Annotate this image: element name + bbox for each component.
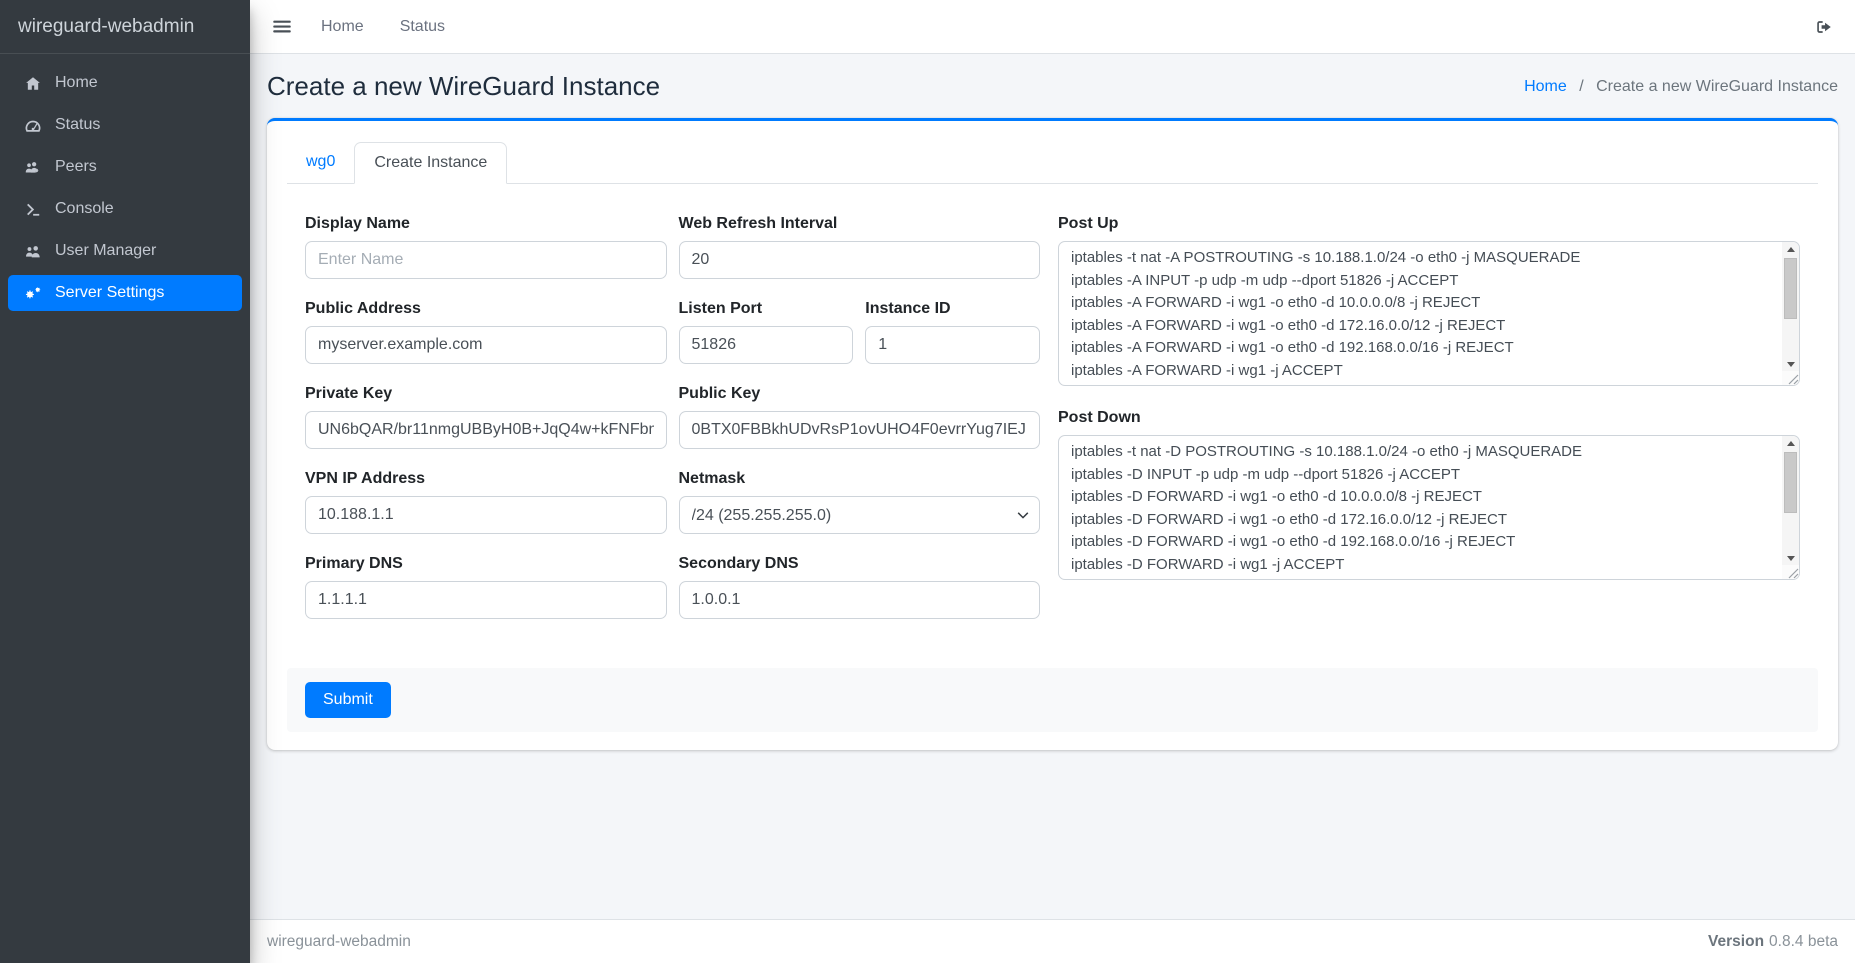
display-name-field[interactable]	[305, 241, 667, 279]
scrollbar-track[interactable]	[1782, 450, 1799, 551]
netmask-label: Netmask	[679, 470, 1041, 488]
instance-id-label: Instance ID	[865, 300, 1040, 318]
version-value: 0.8.4 beta	[1769, 933, 1838, 950]
sidebar-item-server-settings[interactable]: Server Settings	[8, 275, 242, 311]
secondary-dns-field[interactable]	[679, 581, 1041, 619]
post-down-textarea[interactable]: iptables -t nat -D POSTROUTING -s 10.188…	[1058, 435, 1800, 580]
public-key-label: Public Key	[679, 385, 1041, 403]
sidebar-item-peers[interactable]: Peers	[8, 149, 242, 185]
scrollbar-thumb[interactable]	[1784, 258, 1797, 319]
users-gear-icon	[21, 159, 45, 176]
form-right-columns: Post Up iptables -t nat -A POSTROUTING -…	[1058, 215, 1800, 640]
post-down-scrollbar	[1782, 436, 1799, 579]
post-down-text[interactable]: iptables -t nat -D POSTROUTING -s 10.188…	[1059, 436, 1782, 579]
scroll-down-button[interactable]	[1782, 357, 1799, 371]
gauge-icon	[21, 117, 45, 134]
version-label: Version	[1708, 933, 1764, 950]
scrollbar-track[interactable]	[1782, 256, 1799, 357]
footer-version: Version 0.8.4 beta	[1708, 933, 1838, 951]
breadcrumb: Home / Create a new WireGuard Instance	[1524, 78, 1838, 96]
primary-dns-field[interactable]	[305, 581, 667, 619]
public-address-field[interactable]	[305, 326, 667, 364]
instance-card: wg0 Create Instance Display Name	[267, 118, 1838, 750]
sidebar-item-console[interactable]: Console	[8, 191, 242, 227]
form-left-columns: Display Name Web Refresh Interval	[305, 215, 1040, 640]
sign-out-icon[interactable]	[1814, 18, 1834, 36]
scrollbar-thumb[interactable]	[1784, 452, 1797, 513]
tab-create-instance[interactable]: Create Instance	[354, 142, 507, 184]
sidebar-item-label: Status	[55, 116, 100, 134]
listen-port-field[interactable]	[679, 326, 854, 364]
sidebar-item-label: User Manager	[55, 242, 156, 260]
content-header: Create a new WireGuard Instance Home / C…	[250, 54, 1855, 118]
top-navbar: Home Status	[250, 0, 1855, 54]
post-up-scrollbar	[1782, 242, 1799, 385]
post-up-text[interactable]: iptables -t nat -A POSTROUTING -s 10.188…	[1059, 242, 1782, 385]
scroll-down-button[interactable]	[1782, 551, 1799, 565]
vpn-ip-field[interactable]	[305, 496, 667, 534]
secondary-dns-label: Secondary DNS	[679, 555, 1041, 573]
instance-tabs: wg0 Create Instance	[287, 142, 1818, 184]
scroll-up-button[interactable]	[1782, 436, 1799, 450]
sidebar-item-home[interactable]: Home	[8, 65, 242, 101]
app-window: wireguard-webadmin Home Status Peers Con…	[0, 0, 1855, 963]
listen-port-label: Listen Port	[679, 300, 854, 318]
primary-dns-label: Primary DNS	[305, 555, 667, 573]
vpn-ip-label: VPN IP Address	[305, 470, 667, 488]
resize-grip[interactable]	[1782, 565, 1799, 579]
private-key-field[interactable]	[305, 411, 667, 449]
users-icon	[21, 243, 45, 260]
sidebar-nav: Home Status Peers Console User Manager S…	[0, 54, 250, 328]
sidebar-item-status[interactable]: Status	[8, 107, 242, 143]
topnav-link-home[interactable]: Home	[321, 18, 364, 36]
display-name-label: Display Name	[305, 215, 667, 233]
instance-id-field[interactable]	[865, 326, 1040, 364]
sidebar-item-label: Peers	[55, 158, 97, 176]
netmask-select[interactable]: /24 (255.255.255.0)	[679, 496, 1041, 534]
web-refresh-interval-field[interactable]	[679, 241, 1041, 279]
post-up-label: Post Up	[1058, 215, 1800, 233]
main-area: Home Status Create a new WireGuard Insta…	[250, 0, 1855, 963]
form-actions: Submit	[287, 668, 1818, 732]
gears-icon	[21, 285, 45, 302]
sidebar: wireguard-webadmin Home Status Peers Con…	[0, 0, 250, 963]
private-key-label: Private Key	[305, 385, 667, 403]
home-icon	[21, 75, 45, 92]
breadcrumb-separator: /	[1579, 78, 1583, 95]
content-area: Create a new WireGuard Instance Home / C…	[250, 54, 1855, 919]
submit-button[interactable]: Submit	[305, 682, 391, 718]
post-down-label: Post Down	[1058, 409, 1800, 427]
topnav-link-status[interactable]: Status	[400, 18, 445, 36]
hamburger-icon[interactable]	[271, 17, 293, 36]
breadcrumb-home-link[interactable]: Home	[1524, 78, 1567, 95]
breadcrumb-current: Create a new WireGuard Instance	[1596, 78, 1838, 95]
public-key-field[interactable]	[679, 411, 1041, 449]
create-instance-form: Display Name Web Refresh Interval	[287, 184, 1818, 640]
sidebar-item-label: Console	[55, 200, 114, 218]
sidebar-brand[interactable]: wireguard-webadmin	[0, 0, 250, 54]
web-refresh-interval-label: Web Refresh Interval	[679, 215, 1041, 233]
sidebar-item-label: Home	[55, 74, 98, 92]
page-title: Create a new WireGuard Instance	[267, 71, 660, 102]
sidebar-item-user-manager[interactable]: User Manager	[8, 233, 242, 269]
resize-grip[interactable]	[1782, 371, 1799, 385]
post-up-textarea[interactable]: iptables -t nat -A POSTROUTING -s 10.188…	[1058, 241, 1800, 386]
public-address-label: Public Address	[305, 300, 667, 318]
tab-wg0[interactable]: wg0	[287, 142, 354, 183]
scroll-up-button[interactable]	[1782, 242, 1799, 256]
sidebar-item-label: Server Settings	[55, 284, 164, 302]
terminal-icon	[21, 201, 45, 218]
page-footer: wireguard-webadmin Version 0.8.4 beta	[250, 919, 1855, 963]
footer-brand: wireguard-webadmin	[267, 933, 411, 951]
